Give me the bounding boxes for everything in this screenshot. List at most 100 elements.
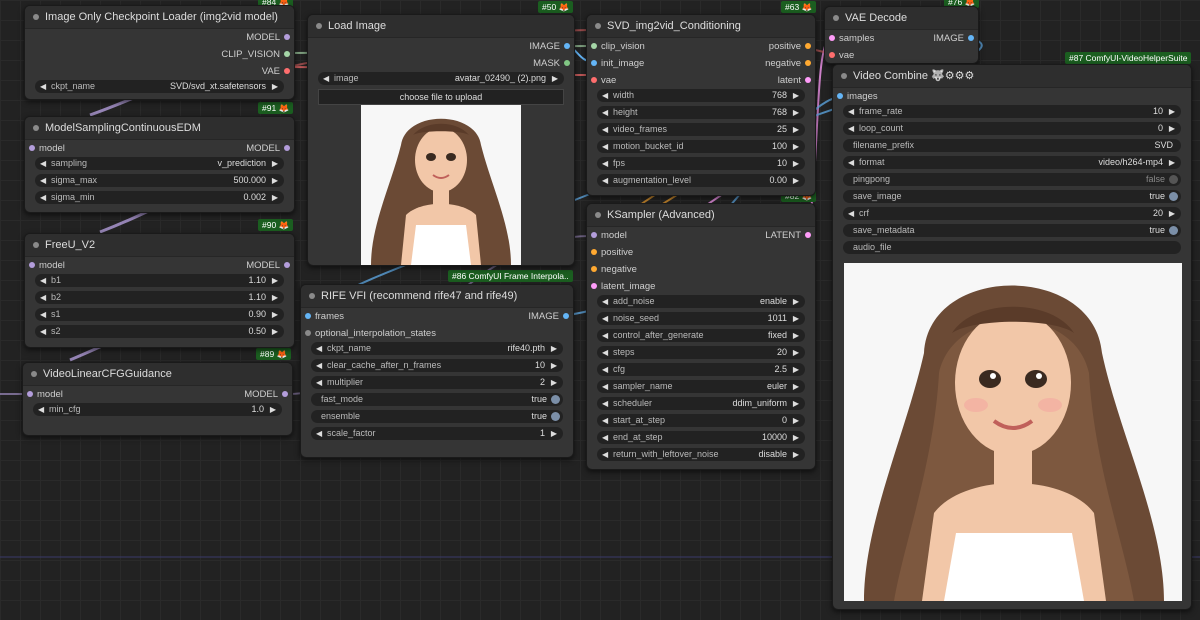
collapse-dot-icon[interactable] <box>33 14 39 20</box>
combo-sampler-name[interactable]: ◀ sampler_name euler ▶ <box>597 380 805 393</box>
node-rife-vfi[interactable]: RIFE VFI (recommend rife47 and rife49) f… <box>300 284 574 458</box>
arrow-left-icon[interactable]: ◀ <box>40 157 46 170</box>
node-ksampler-advanced[interactable]: KSampler (Advanced) model LATENT positive… <box>586 203 816 470</box>
output-socket-image[interactable] <box>563 313 569 319</box>
collapse-dot-icon[interactable] <box>833 15 839 21</box>
arrow-left-icon[interactable]: ◀ <box>316 359 322 372</box>
arrow-right-icon[interactable]: ▶ <box>1169 156 1175 169</box>
arrow-left-icon[interactable]: ◀ <box>848 156 854 169</box>
combo-return-leftover-noise[interactable]: ◀ return_with_leftover_noise disable ▶ <box>597 448 805 461</box>
arrow-left-icon[interactable]: ◀ <box>602 346 608 359</box>
input-socket-interpolation-states[interactable] <box>305 330 311 336</box>
toggle-save-metadata[interactable]: save_metadata true <box>843 224 1181 237</box>
arrow-right-icon[interactable]: ▶ <box>270 403 276 416</box>
number-width[interactable]: ◀ width 768 ▶ <box>597 89 805 102</box>
output-socket-clip-vision[interactable] <box>284 51 290 57</box>
number-height[interactable]: ◀ height 768 ▶ <box>597 106 805 119</box>
arrow-left-icon[interactable]: ◀ <box>602 312 608 325</box>
number-crf[interactable]: ◀ crf 20 ▶ <box>843 207 1181 220</box>
number-loop-count[interactable]: ◀ loop_count 0 ▶ <box>843 122 1181 135</box>
arrow-left-icon[interactable]: ◀ <box>602 363 608 376</box>
arrow-left-icon[interactable]: ◀ <box>602 431 608 444</box>
toggle-ensemble[interactable]: ensemble true <box>311 410 563 423</box>
arrow-right-icon[interactable]: ▶ <box>793 414 799 427</box>
arrow-left-icon[interactable]: ◀ <box>40 191 46 204</box>
arrow-right-icon[interactable]: ▶ <box>793 157 799 170</box>
input-socket-latent-image[interactable] <box>591 283 597 289</box>
arrow-right-icon[interactable]: ▶ <box>793 363 799 376</box>
arrow-right-icon[interactable]: ▶ <box>1169 105 1175 118</box>
node-vae-decode[interactable]: VAE Decode samples IMAGE vae <box>824 6 979 64</box>
output-socket-model[interactable] <box>284 262 290 268</box>
input-socket-positive[interactable] <box>591 249 597 255</box>
input-socket-clip-vision[interactable] <box>591 43 597 49</box>
arrow-left-icon[interactable]: ◀ <box>848 105 854 118</box>
arrow-right-icon[interactable]: ▶ <box>1169 122 1175 135</box>
arrow-right-icon[interactable]: ▶ <box>793 312 799 325</box>
arrow-left-icon[interactable]: ◀ <box>848 207 854 220</box>
arrow-right-icon[interactable]: ▶ <box>551 427 557 440</box>
output-socket-mask[interactable] <box>564 60 570 66</box>
number-fps[interactable]: ◀ fps 10 ▶ <box>597 157 805 170</box>
input-socket-frames[interactable] <box>305 313 311 319</box>
output-socket-latent[interactable] <box>805 232 811 238</box>
node-video-combine[interactable]: Video Combine 🐺⚙⚙⚙ images ◀ frame_rate 10 ▶… <box>832 64 1192 610</box>
arrow-left-icon[interactable]: ◀ <box>323 72 329 85</box>
arrow-left-icon[interactable]: ◀ <box>602 123 608 136</box>
arrow-left-icon[interactable]: ◀ <box>40 308 46 321</box>
number-sigma-max[interactable]: ◀ sigma_max 500.000 ▶ <box>35 174 284 187</box>
number-augmentation-level[interactable]: ◀ augmentation_level 0.00 ▶ <box>597 174 805 187</box>
arrow-right-icon[interactable]: ▶ <box>793 397 799 410</box>
number-multiplier[interactable]: ◀ multiplier 2 ▶ <box>311 376 563 389</box>
input-socket-model[interactable] <box>27 391 33 397</box>
arrow-left-icon[interactable]: ◀ <box>602 89 608 102</box>
arrow-right-icon[interactable]: ▶ <box>793 174 799 187</box>
arrow-left-icon[interactable]: ◀ <box>602 157 608 170</box>
combo-sampling[interactable]: ◀ sampling v_prediction ▶ <box>35 157 284 170</box>
arrow-right-icon[interactable]: ▶ <box>551 359 557 372</box>
number-s1[interactable]: ◀ s1 0.90 ▶ <box>35 308 284 321</box>
arrow-right-icon[interactable]: ▶ <box>793 140 799 153</box>
node-model-sampling-edm[interactable]: ModelSamplingContinuousEDM model MODEL ◀ s… <box>24 116 295 213</box>
collapse-dot-icon[interactable] <box>33 125 39 131</box>
input-socket-samples[interactable] <box>829 35 835 41</box>
arrow-left-icon[interactable]: ◀ <box>602 448 608 461</box>
arrow-right-icon[interactable]: ▶ <box>793 431 799 444</box>
node-title[interactable]: FreeU_V2 <box>25 234 294 257</box>
node-title[interactable]: KSampler (Advanced) <box>587 204 815 227</box>
node-title[interactable]: VideoLinearCFGGuidance <box>23 363 292 386</box>
output-socket-model[interactable] <box>284 34 290 40</box>
combo-ckpt-name[interactable]: ◀ ckpt_name SVD/svd_xt.safetensors ▶ <box>35 80 284 93</box>
node-title[interactable]: SVD_img2vid_Conditioning <box>587 15 815 38</box>
toggle-knob[interactable] <box>551 395 560 404</box>
combo-format[interactable]: ◀ format video/h264-mp4 ▶ <box>843 156 1181 169</box>
number-b1[interactable]: ◀ b1 1.10 ▶ <box>35 274 284 287</box>
node-load-image[interactable]: Load Image IMAGE MASK ◀ image avatar_02490… <box>307 14 575 266</box>
number-video-frames[interactable]: ◀ video_frames 25 ▶ <box>597 123 805 136</box>
arrow-right-icon[interactable]: ▶ <box>272 174 278 187</box>
arrow-left-icon[interactable]: ◀ <box>602 140 608 153</box>
arrow-right-icon[interactable]: ▶ <box>272 291 278 304</box>
arrow-right-icon[interactable]: ▶ <box>551 376 557 389</box>
collapse-dot-icon[interactable] <box>595 23 601 29</box>
combo-add-noise[interactable]: ◀ add_noise enable ▶ <box>597 295 805 308</box>
node-title[interactable]: VAE Decode <box>825 7 978 30</box>
arrow-right-icon[interactable]: ▶ <box>272 274 278 287</box>
number-noise-seed[interactable]: ◀ noise_seed 1011 ▶ <box>597 312 805 325</box>
node-title[interactable]: ModelSamplingContinuousEDM <box>25 117 294 140</box>
output-socket-model[interactable] <box>284 145 290 151</box>
output-socket-model[interactable] <box>282 391 288 397</box>
collapse-dot-icon[interactable] <box>316 23 322 29</box>
node-title[interactable]: Video Combine 🐺⚙⚙⚙ <box>833 65 1191 88</box>
node-svd-conditioning[interactable]: SVD_img2vid_Conditioning clip_vision posi… <box>586 14 816 196</box>
arrow-left-icon[interactable]: ◀ <box>40 80 46 93</box>
arrow-right-icon[interactable]: ▶ <box>1169 207 1175 220</box>
arrow-left-icon[interactable]: ◀ <box>602 295 608 308</box>
arrow-right-icon[interactable]: ▶ <box>793 346 799 359</box>
output-socket-image[interactable] <box>968 35 974 41</box>
output-socket-image[interactable] <box>564 43 570 49</box>
toggle-knob[interactable] <box>551 412 560 421</box>
toggle-save-image[interactable]: save_image true <box>843 190 1181 203</box>
node-title[interactable]: Image Only Checkpoint Loader (img2vid mo… <box>25 6 294 29</box>
arrow-left-icon[interactable]: ◀ <box>602 397 608 410</box>
